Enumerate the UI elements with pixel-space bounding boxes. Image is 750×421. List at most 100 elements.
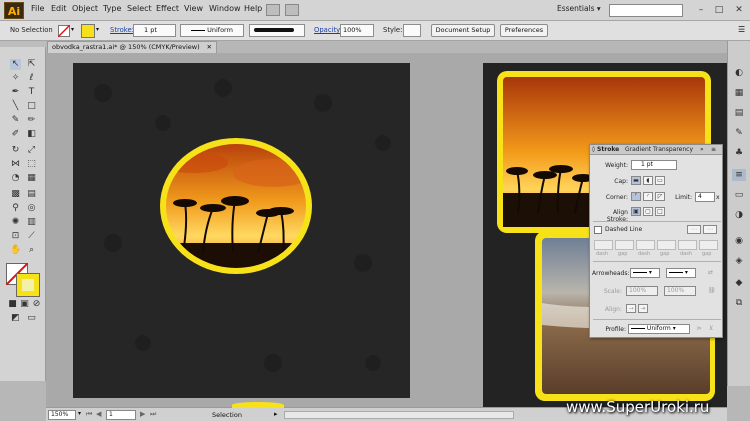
first-artboard-icon[interactable]: ⏮ (86, 410, 92, 419)
screen-mode-icon[interactable]: ▭ (26, 313, 37, 324)
tab-transparency[interactable]: Transparency (653, 146, 693, 154)
paintbrush-tool-icon[interactable]: ✎ (10, 115, 21, 126)
type-tool-icon[interactable]: T (26, 87, 37, 98)
color-guide-icon[interactable]: ▦ (732, 87, 746, 99)
dashed-line-checkbox[interactable] (594, 226, 602, 234)
stroke-color-box[interactable] (16, 273, 40, 297)
tab-gradient[interactable]: Gradient (625, 146, 651, 154)
fill-swatch[interactable] (58, 25, 70, 37)
next-artboard-icon[interactable]: ▶ (140, 410, 145, 418)
document-tab[interactable]: obvodka_rastra1.ai* @ 150% (CMYK/Preview… (47, 41, 217, 53)
link-scale-icon[interactable]: ⛓ (708, 287, 716, 294)
color-mode-icon[interactable]: ■ (7, 299, 18, 310)
pencil-tool-icon[interactable]: ✏ (26, 115, 37, 126)
rectangle-tool-icon[interactable]: □ (26, 101, 37, 112)
gap-field-3[interactable] (699, 240, 718, 250)
start-scale-field[interactable]: 100% (626, 286, 658, 296)
stroke-label[interactable]: Stroke: (110, 26, 134, 34)
fill-dropdown-icon[interactable]: ▾ (71, 26, 74, 33)
dash-field-1[interactable] (594, 240, 613, 250)
dash-field-3[interactable] (678, 240, 697, 250)
hand-tool-icon[interactable]: ✋ (10, 245, 21, 256)
menu-file[interactable]: File (31, 4, 44, 13)
gradient-mode-icon[interactable]: ▣ (19, 299, 30, 310)
round-cap-button[interactable]: ◖ (643, 176, 653, 185)
tab-stroke[interactable]: ◊ Stroke (592, 146, 619, 154)
symbol-sprayer-tool-icon[interactable]: ✺ (10, 217, 21, 228)
perspective-grid-tool-icon[interactable]: ▦ (26, 173, 37, 184)
layers-panel-icon[interactable]: ◆ (732, 277, 746, 289)
color-panel-icon[interactable]: ◐ (732, 67, 746, 79)
bevel-join-button[interactable]: ◸ (655, 192, 665, 201)
graphic-styles-icon[interactable]: ◈ (732, 255, 746, 267)
flip-across-icon[interactable]: ⊻ (709, 325, 713, 332)
panel-menu-icon[interactable]: ☰ (738, 25, 745, 34)
selection-tool-icon[interactable]: ↖ (10, 59, 21, 70)
menu-object[interactable]: Object (72, 4, 98, 13)
mesh-tool-icon[interactable]: ▩ (10, 189, 21, 200)
panel-options-icon[interactable]: ≡ (711, 146, 716, 154)
stroke-swatch[interactable] (81, 24, 95, 38)
none-mode-icon[interactable]: ⊘ (31, 299, 42, 310)
slice-tool-icon[interactable]: ⟋ (26, 231, 37, 242)
preferences-button[interactable]: Preferences (500, 24, 548, 37)
appearance-panel-icon[interactable]: ◉ (732, 235, 746, 247)
stroke-weight-field[interactable]: 1 pt (133, 24, 176, 37)
menu-window[interactable]: Window (209, 4, 241, 13)
swap-arrowheads-icon[interactable]: ⇄ (708, 269, 713, 276)
profile-select[interactable]: Uniform ▾ (628, 324, 690, 334)
maximize-button[interactable]: □ (711, 3, 727, 17)
rotate-tool-icon[interactable]: ↻ (10, 145, 21, 156)
document-setup-button[interactable]: Document Setup (431, 24, 495, 37)
place-arrow-button[interactable]: ⇥ (638, 304, 648, 313)
column-graph-tool-icon[interactable]: ▥ (26, 217, 37, 228)
panel-collapse-icon[interactable]: » (700, 146, 704, 154)
transparency-panel-icon[interactable]: ◑ (732, 209, 746, 221)
gradient-tool-icon[interactable]: ▤ (26, 189, 37, 200)
tools-panel-header[interactable] (0, 41, 46, 47)
projecting-cap-button[interactable]: ▭ (655, 176, 665, 185)
swatches-panel-icon[interactable]: ▤ (732, 107, 746, 119)
menu-edit[interactable]: Edit (51, 4, 67, 13)
draw-mode-icon[interactable]: ◩ (10, 313, 21, 324)
stroke-panel-icon[interactable]: ≡ (732, 169, 746, 181)
menu-effect[interactable]: Effect (156, 4, 179, 13)
brush-definition[interactable] (249, 24, 305, 37)
limit-field[interactable]: 4 (695, 192, 715, 202)
direct-selection-tool-icon[interactable]: ⇱ (26, 59, 37, 70)
dash-field-2[interactable] (636, 240, 655, 250)
gradient-panel-icon[interactable]: ▭ (732, 189, 746, 201)
menu-help[interactable]: Help (244, 4, 262, 13)
minimize-button[interactable]: – (693, 3, 709, 17)
zoom-tool-icon[interactable]: ⌕ (26, 245, 37, 256)
align-dash-icon[interactable]: ⋯ (703, 225, 717, 234)
zoom-dropdown-icon[interactable]: ▾ (78, 410, 81, 417)
graphic-style-swatch[interactable] (403, 24, 421, 37)
shape-builder-tool-icon[interactable]: ◔ (10, 173, 21, 184)
pen-tool-icon[interactable]: ✒ (10, 87, 21, 98)
extend-arrow-button[interactable]: → (626, 304, 636, 313)
end-arrowhead-select[interactable]: ▾ (666, 268, 696, 278)
lasso-tool-icon[interactable]: ℓ (26, 73, 37, 84)
end-scale-field[interactable]: 100% (664, 286, 696, 296)
help-search-input[interactable] (609, 4, 683, 17)
symbols-panel-icon[interactable]: ♣ (732, 147, 746, 159)
scale-tool-icon[interactable]: ⤢ (26, 145, 37, 156)
last-artboard-icon[interactable]: ⏭ (150, 410, 156, 419)
align-center-button[interactable]: ▣ (631, 207, 641, 216)
artboard-1[interactable] (73, 63, 410, 398)
status-menu-icon[interactable]: ▸ (274, 410, 278, 418)
opacity-field[interactable]: 100% (340, 24, 374, 37)
gap-field-1[interactable] (615, 240, 634, 250)
blend-tool-icon[interactable]: ◎ (26, 203, 37, 214)
flip-along-icon[interactable]: ⊳ (697, 325, 702, 332)
align-inside-button[interactable]: ▢ (643, 207, 653, 216)
blob-brush-tool-icon[interactable]: ✐ (10, 129, 21, 140)
start-arrowhead-select[interactable]: ▾ (630, 268, 660, 278)
magic-wand-tool-icon[interactable]: ✧ (10, 73, 21, 84)
eyedropper-tool-icon[interactable]: ⚲ (10, 203, 21, 214)
brushes-panel-icon[interactable]: ✎ (732, 127, 746, 139)
opacity-label[interactable]: Opacity: (314, 26, 342, 34)
preserve-dash-icon[interactable]: ⋯ (687, 225, 701, 234)
weight-field[interactable]: 1 pt (631, 160, 677, 170)
